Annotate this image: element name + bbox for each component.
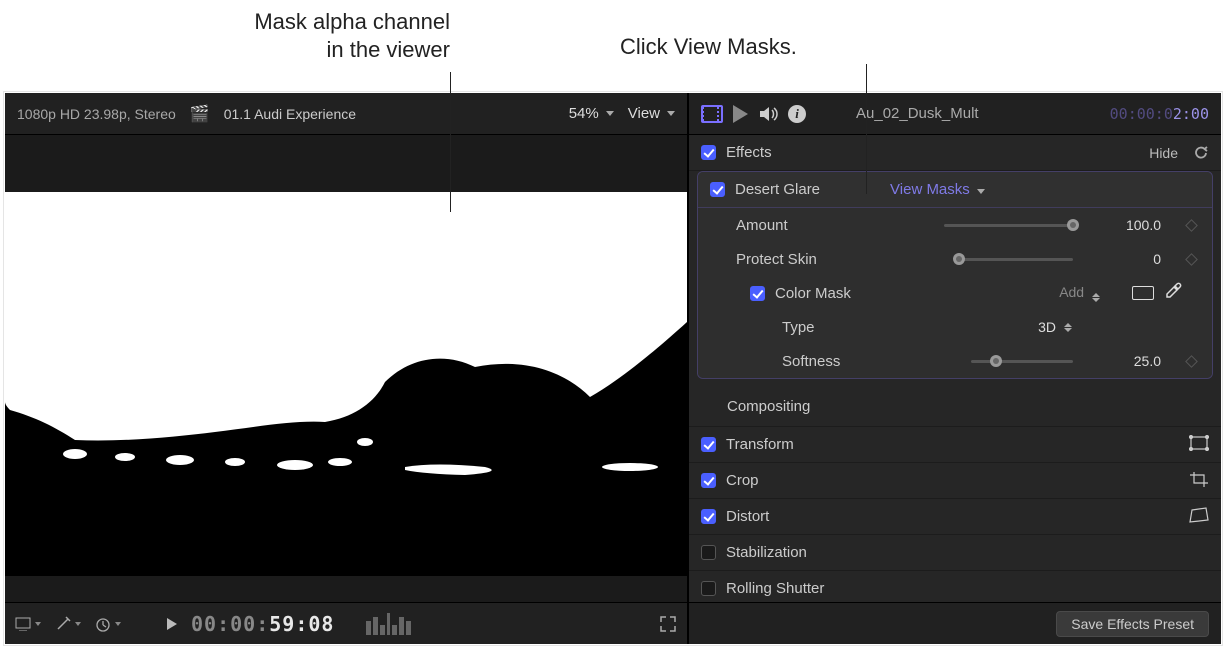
crop-enable-checkbox[interactable] [701, 473, 716, 488]
annotation-callout-right [866, 64, 867, 194]
color-mask-add-button[interactable]: Add [1059, 284, 1100, 302]
protect-skin-label: Protect Skin [736, 251, 817, 268]
fullscreen-button[interactable] [659, 615, 677, 633]
timecode-bright: 59:08 [269, 612, 334, 636]
viewer-toolbar: 1080p HD 23.98p, Stereo 🎬 01.1 Audi Expe… [5, 93, 687, 135]
annotation-left-line2: in the viewer [40, 36, 450, 64]
mask-shape-icon[interactable] [1132, 286, 1154, 300]
crop-row[interactable]: Crop [689, 463, 1221, 499]
desert-glare-enable-checkbox[interactable] [710, 182, 725, 197]
desert-glare-effect: Desert Glare View Masks Amount 100.0 Pro… [697, 171, 1213, 379]
video-inspector-tab[interactable] [701, 105, 723, 123]
transform-onscreen-button[interactable] [1189, 435, 1209, 455]
protect-skin-keyframe-button[interactable] [1185, 253, 1198, 266]
amount-label: Amount [736, 217, 788, 234]
inspector-tabs: i Au_02_Dusk_Mult 00:00:02:00 [689, 93, 1221, 135]
annotation-left-line1: Mask alpha channel [40, 8, 450, 36]
desert-glare-header: Desert Glare View Masks [698, 172, 1212, 208]
viewer-panel: 1080p HD 23.98p, Stereo 🎬 01.1 Audi Expe… [5, 93, 689, 644]
compositing-row[interactable]: Compositing [689, 387, 1221, 427]
protect-skin-row: Protect Skin 0 [698, 242, 1212, 276]
annotation-callout-left [450, 72, 451, 212]
type-popup[interactable]: 3D [1012, 319, 1072, 335]
amount-value[interactable]: 100.0 [1091, 217, 1161, 233]
viewer-transport-bar: 00:00:59:08 [5, 602, 687, 644]
viewer-clip-title: 01.1 Audi Experience [224, 106, 356, 122]
amount-row: Amount 100.0 [698, 208, 1212, 242]
softness-value[interactable]: 25.0 [1091, 353, 1161, 369]
color-inspector-tab[interactable] [733, 105, 748, 123]
enhance-tool-dropdown[interactable] [55, 616, 81, 632]
softness-label: Softness [782, 353, 840, 370]
amount-slider[interactable] [944, 224, 1073, 227]
inspector-body[interactable]: Effects Hide Desert Glare View Masks [689, 135, 1221, 602]
compositing-label: Compositing [727, 398, 810, 415]
crop-label: Crop [726, 472, 759, 489]
softness-keyframe-button[interactable] [1185, 355, 1198, 368]
stabilization-row[interactable]: Stabilization [689, 535, 1221, 571]
inspector-clip-timecode: 00:00:02:00 [1110, 105, 1209, 123]
inspector-clip-name: Au_02_Dusk_Mult [856, 105, 979, 122]
rolling-shutter-row[interactable]: Rolling Shutter [689, 571, 1221, 602]
type-label: Type [782, 319, 815, 336]
transform-tool-dropdown[interactable] [15, 617, 41, 631]
annotation-left: Mask alpha channel in the viewer [40, 8, 450, 63]
softness-row: Softness 25.0 [698, 344, 1212, 378]
inspector-panel: i Au_02_Dusk_Mult 00:00:02:00 Effects Hi… [689, 93, 1221, 644]
view-dropdown[interactable]: View [628, 105, 675, 122]
effects-header-row: Effects Hide [689, 135, 1221, 171]
annotation-right: Click View Masks. [620, 34, 797, 60]
desert-glare-label: Desert Glare [735, 181, 820, 198]
amount-keyframe-button[interactable] [1185, 219, 1198, 232]
protect-skin-slider[interactable] [959, 258, 1073, 261]
rolling-shutter-enable-checkbox[interactable] [701, 581, 716, 596]
color-mask-enable-checkbox[interactable] [750, 286, 765, 301]
distort-label: Distort [726, 508, 769, 525]
view-masks-dropdown[interactable]: View Masks [890, 181, 985, 198]
stabilization-label: Stabilization [726, 544, 807, 561]
protect-skin-value[interactable]: 0 [1091, 251, 1161, 267]
softness-slider[interactable] [971, 360, 1073, 363]
distort-row[interactable]: Distort [689, 499, 1221, 535]
rolling-shutter-label: Rolling Shutter [726, 580, 824, 597]
viewer-canvas[interactable] [5, 135, 687, 602]
type-row: Type 3D [698, 310, 1212, 344]
save-effects-preset-button[interactable]: Save Effects Preset [1056, 611, 1209, 637]
viewer-format-label: 1080p HD 23.98p, Stereo [17, 106, 176, 122]
viewer-timecode[interactable]: 00:00:59:08 [191, 612, 334, 636]
color-mask-row: Color Mask Add [698, 276, 1212, 310]
color-mask-label: Color Mask [775, 285, 851, 302]
retime-tool-dropdown[interactable] [95, 616, 121, 632]
distort-enable-checkbox[interactable] [701, 509, 716, 524]
effects-hide-button[interactable]: Hide [1149, 145, 1178, 161]
audio-inspector-tab[interactable] [758, 105, 778, 123]
distort-onscreen-button[interactable] [1189, 507, 1209, 527]
alpha-mask-preview [5, 192, 687, 576]
effects-enable-checkbox[interactable] [701, 145, 716, 160]
stabilization-enable-checkbox[interactable] [701, 545, 716, 560]
transform-label: Transform [726, 436, 794, 453]
effects-reset-button[interactable] [1194, 145, 1209, 160]
play-button[interactable] [167, 618, 177, 630]
crop-onscreen-button[interactable] [1189, 471, 1209, 491]
info-inspector-tab[interactable]: i [788, 105, 806, 123]
zoom-dropdown[interactable]: 54% [569, 105, 614, 122]
eyedropper-button[interactable] [1164, 282, 1182, 304]
transform-row[interactable]: Transform [689, 427, 1221, 463]
inspector-footer: Save Effects Preset [689, 602, 1221, 644]
timecode-dim: 00:00: [191, 612, 269, 636]
effects-header-label: Effects [726, 144, 772, 161]
transform-enable-checkbox[interactable] [701, 437, 716, 452]
audio-meter [366, 613, 411, 635]
clapperboard-icon: 🎬 [190, 104, 210, 124]
